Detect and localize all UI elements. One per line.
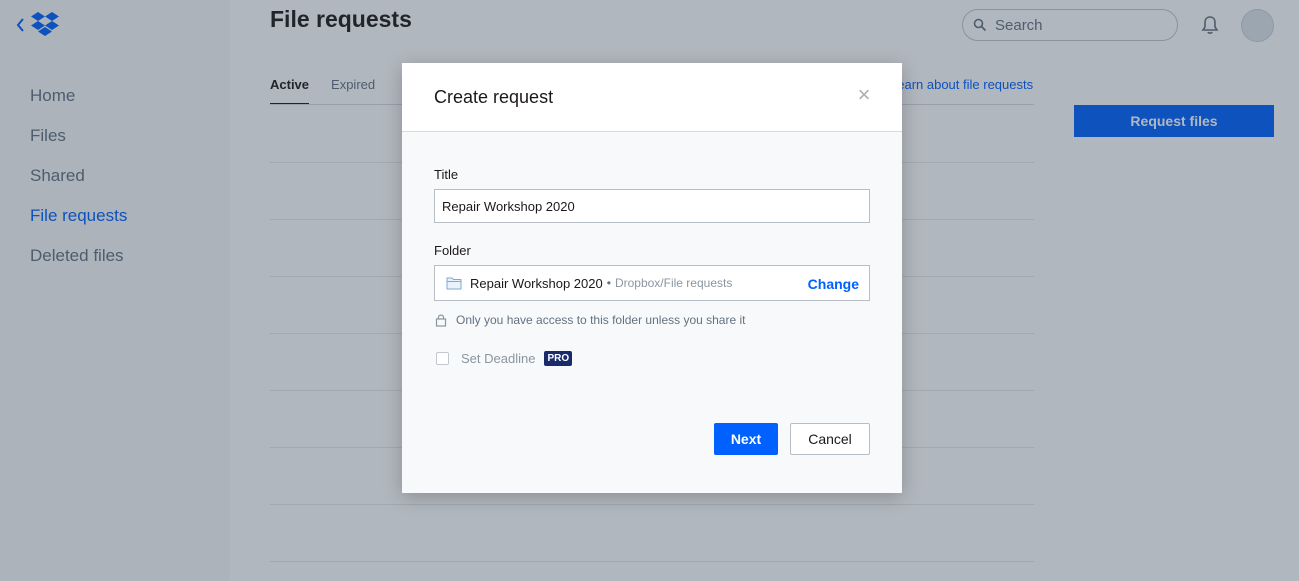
modal-title: Create request — [434, 87, 554, 107]
create-request-modal: Create request × Title Folder Repair Wor… — [402, 63, 902, 493]
set-deadline-label: Set Deadline — [461, 351, 536, 366]
cancel-button[interactable]: Cancel — [790, 423, 870, 455]
folder-field: Repair Workshop 2020 • Dropbox/File requ… — [434, 265, 870, 301]
next-button[interactable]: Next — [714, 423, 778, 455]
deadline-row: Set Deadline PRO — [436, 351, 573, 366]
lock-icon — [435, 314, 447, 327]
change-folder-link[interactable]: Change — [808, 276, 859, 292]
folder-label: Folder — [434, 243, 471, 258]
access-note: Only you have access to this folder unle… — [434, 313, 745, 327]
set-deadline-checkbox[interactable] — [436, 352, 449, 365]
pro-badge: PRO — [544, 351, 573, 366]
folder-separator: • — [606, 276, 611, 290]
folder-icon — [446, 277, 462, 290]
title-label: Title — [434, 167, 459, 182]
folder-name: Repair Workshop 2020 — [470, 275, 603, 291]
title-input[interactable] — [434, 189, 870, 223]
access-note-text: Only you have access to this folder unle… — [456, 313, 746, 327]
folder-path: Dropbox/File requests — [614, 276, 733, 290]
modal-header: Create request × — [402, 63, 902, 132]
close-icon[interactable]: × — [854, 84, 874, 106]
